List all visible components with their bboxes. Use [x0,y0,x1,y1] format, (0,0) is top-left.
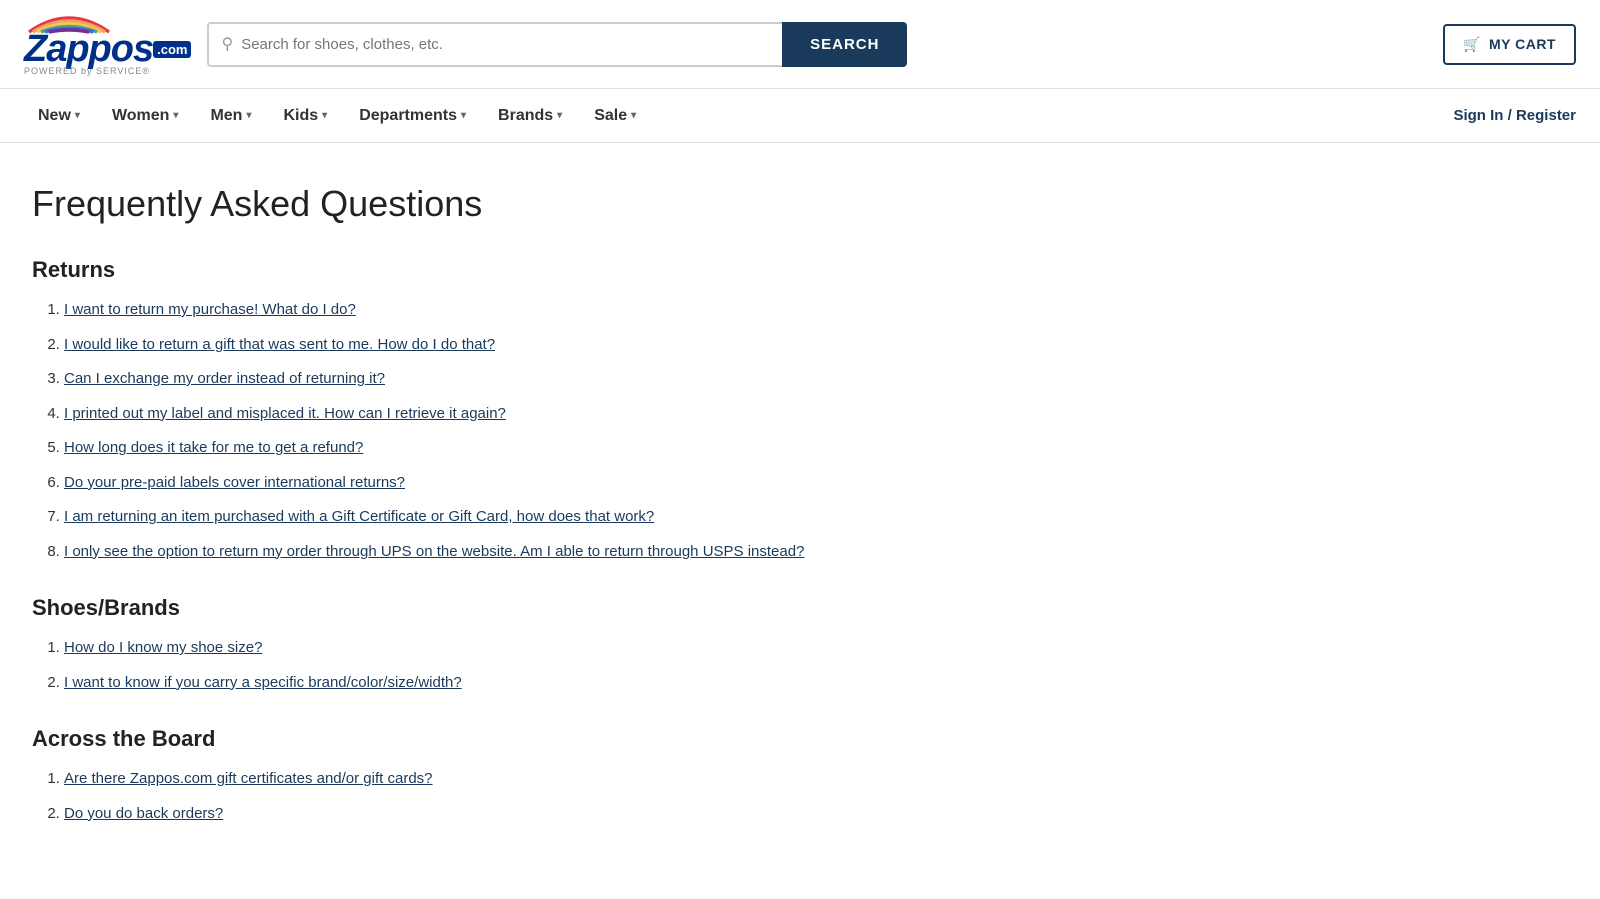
search-input[interactable] [241,36,770,53]
faq-link-1[interactable]: I want to return my purchase! What do I … [64,301,356,318]
logo-com-badge: .com [153,41,191,58]
section-title-returns: Returns [32,257,1068,283]
nav-label-brands: Brands [498,107,553,125]
list-item: How do I know my shoe size? [64,637,1068,660]
section-returns: Returns I want to return my purchase! Wh… [32,257,1068,563]
nav-item-new[interactable]: New ▾ [24,91,94,141]
shoes-brands-list: How do I know my shoe size? I want to kn… [32,637,1068,694]
list-item: Do your pre-paid labels cover internatio… [64,472,1068,495]
search-input-wrap: ⚲ [207,22,782,67]
list-item: I want to return my purchase! What do I … [64,299,1068,322]
nav-item-men[interactable]: Men ▾ [196,91,265,141]
nav-item-departments[interactable]: Departments ▾ [345,91,480,141]
faq-link-board-1[interactable]: Are there Zappos.com gift certificates a… [64,770,433,787]
faq-link-2[interactable]: I would like to return a gift that was s… [64,336,495,353]
search-icon: ⚲ [221,34,233,54]
list-item: I am returning an item purchased with a … [64,506,1068,529]
page-title: Frequently Asked Questions [32,183,1068,225]
list-item: Are there Zappos.com gift certificates a… [64,768,1068,791]
main-nav: New ▾ Women ▾ Men ▾ Kids ▾ Departments ▾… [0,89,1600,143]
nav-items: New ▾ Women ▾ Men ▾ Kids ▾ Departments ▾… [24,91,1453,141]
chevron-down-icon: ▾ [75,110,80,121]
section-shoes-brands: Shoes/Brands How do I know my shoe size?… [32,595,1068,694]
list-item: Do you do back orders? [64,803,1068,826]
search-container: ⚲ SEARCH [207,22,907,67]
section-title-across-board: Across the Board [32,726,1068,752]
list-item: I would like to return a gift that was s… [64,334,1068,357]
nav-label-new: New [38,107,71,125]
nav-label-kids: Kids [283,107,318,125]
list-item: Can I exchange my order instead of retur… [64,368,1068,391]
chevron-down-icon: ▾ [461,110,466,121]
chevron-down-icon: ▾ [631,110,636,121]
faq-link-6[interactable]: Do your pre-paid labels cover internatio… [64,474,405,491]
nav-item-brands[interactable]: Brands ▾ [484,91,576,141]
chevron-down-icon: ▾ [246,110,251,121]
chevron-down-icon: ▾ [557,110,562,121]
cart-button[interactable]: 🛒 MY CART [1443,24,1576,65]
faq-link-shoes-1[interactable]: How do I know my shoe size? [64,639,262,656]
list-item: I want to know if you carry a specific b… [64,672,1068,695]
across-board-list: Are there Zappos.com gift certificates a… [32,768,1068,825]
chevron-down-icon: ▾ [322,110,327,121]
nav-label-sale: Sale [594,107,627,125]
list-item: How long does it take for me to get a re… [64,437,1068,460]
nav-label-departments: Departments [359,107,457,125]
cart-label: MY CART [1489,36,1556,52]
returns-list: I want to return my purchase! What do I … [32,299,1068,563]
faq-link-3[interactable]: Can I exchange my order instead of retur… [64,370,385,387]
nav-label-women: Women [112,107,169,125]
logo-text: Zappos [24,30,153,68]
nav-item-women[interactable]: Women ▾ [98,91,193,141]
cart-icon: 🛒 [1463,36,1481,53]
faq-link-7[interactable]: I am returning an item purchased with a … [64,508,654,525]
faq-link-board-2[interactable]: Do you do back orders? [64,805,223,822]
search-button[interactable]: SEARCH [782,22,907,67]
faq-link-shoes-2[interactable]: I want to know if you carry a specific b… [64,674,462,691]
section-title-shoes-brands: Shoes/Brands [32,595,1068,621]
sign-in-link[interactable]: Sign In / Register [1453,107,1576,124]
main-content: Frequently Asked Questions Returns I wan… [0,143,1100,897]
faq-link-4[interactable]: I printed out my label and misplaced it.… [64,405,506,422]
nav-label-men: Men [210,107,242,125]
faq-link-5[interactable]: How long does it take for me to get a re… [64,439,363,456]
logo-powered: POWERED by SERVICE® [24,66,150,76]
list-item: I only see the option to return my order… [64,541,1068,564]
logo[interactable]: Zappos .com POWERED by SERVICE® [24,12,191,76]
chevron-down-icon: ▾ [173,110,178,121]
faq-link-8[interactable]: I only see the option to return my order… [64,543,804,560]
nav-item-kids[interactable]: Kids ▾ [269,91,341,141]
list-item: I printed out my label and misplaced it.… [64,403,1068,426]
nav-item-sale[interactable]: Sale ▾ [580,91,650,141]
section-across-board: Across the Board Are there Zappos.com gi… [32,726,1068,825]
site-header: Zappos .com POWERED by SERVICE® ⚲ SEARCH… [0,0,1600,89]
